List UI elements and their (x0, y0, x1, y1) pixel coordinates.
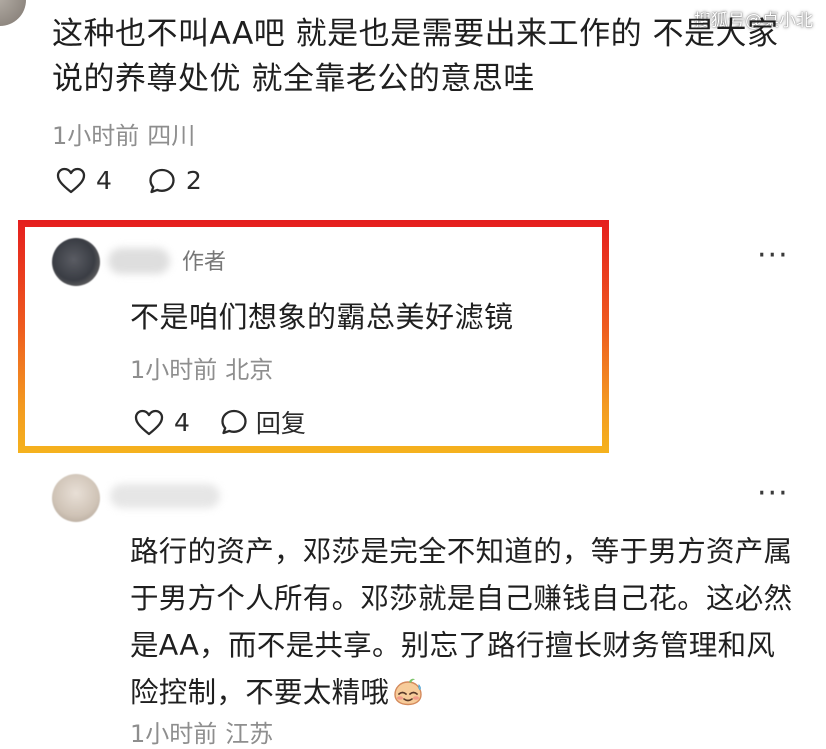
reply-actions: 4 回复 (134, 404, 306, 440)
comment-location: 江苏 (225, 720, 274, 748)
reply-text: 不是咱们想象的霸总美好滤镜 (130, 300, 514, 334)
reply-time: 1小时前 (130, 356, 218, 384)
more-dots-icon[interactable]: ··· (757, 241, 789, 271)
reply-button[interactable]: 回复 (220, 404, 306, 440)
heart-outline-icon (56, 167, 86, 194)
avatar[interactable] (0, 0, 26, 26)
comment-body: 路行的资产，邓莎是完全不知道的，等于男方资产属于男方个人所有。邓莎就是自己赚钱自… (130, 528, 802, 716)
reply-label: 回复 (255, 409, 306, 438)
comment-meta: 1小时前 江苏 (130, 714, 273, 749)
like-count: 4 (174, 407, 190, 437)
comment-meta: 1小时前 四川 (52, 116, 195, 151)
avatar[interactable] (52, 238, 100, 286)
highlight-frame (18, 220, 609, 453)
more-dots-icon[interactable]: ··· (757, 479, 789, 509)
sweat-smile-emoji-icon (391, 673, 425, 706)
username-redacted (110, 484, 220, 508)
speech-bubble-icon (148, 167, 176, 195)
like-count: 4 (96, 166, 112, 195)
heart-outline-icon (134, 409, 164, 436)
like-button[interactable]: 4 (134, 408, 220, 437)
username-redacted (108, 248, 170, 274)
reply-meta: 1小时前 北京 (130, 350, 273, 385)
comment-location: 四川 (147, 122, 196, 150)
comment-text: 路行的资产，邓莎是完全不知道的，等于男方资产属于男方个人所有。邓莎就是自己赚钱自… (130, 535, 793, 709)
author-badge: 作者 (182, 250, 227, 275)
comment-actions: 4 2 (56, 166, 202, 195)
reply-button[interactable]: 2 (148, 166, 202, 195)
reply-location: 北京 (225, 356, 274, 384)
speech-bubble-icon (220, 408, 248, 436)
avatar[interactable] (52, 474, 100, 522)
like-button[interactable]: 4 (56, 166, 148, 195)
comment-time: 1小时前 (130, 720, 218, 748)
reply-count: 2 (185, 166, 202, 195)
comment-time: 1小时前 (52, 122, 140, 150)
comment-text: 这种也不叫AA吧 就是也是需要出来工作的 不是大家说的养尊处优 就全靠老公的意思… (52, 16, 779, 97)
